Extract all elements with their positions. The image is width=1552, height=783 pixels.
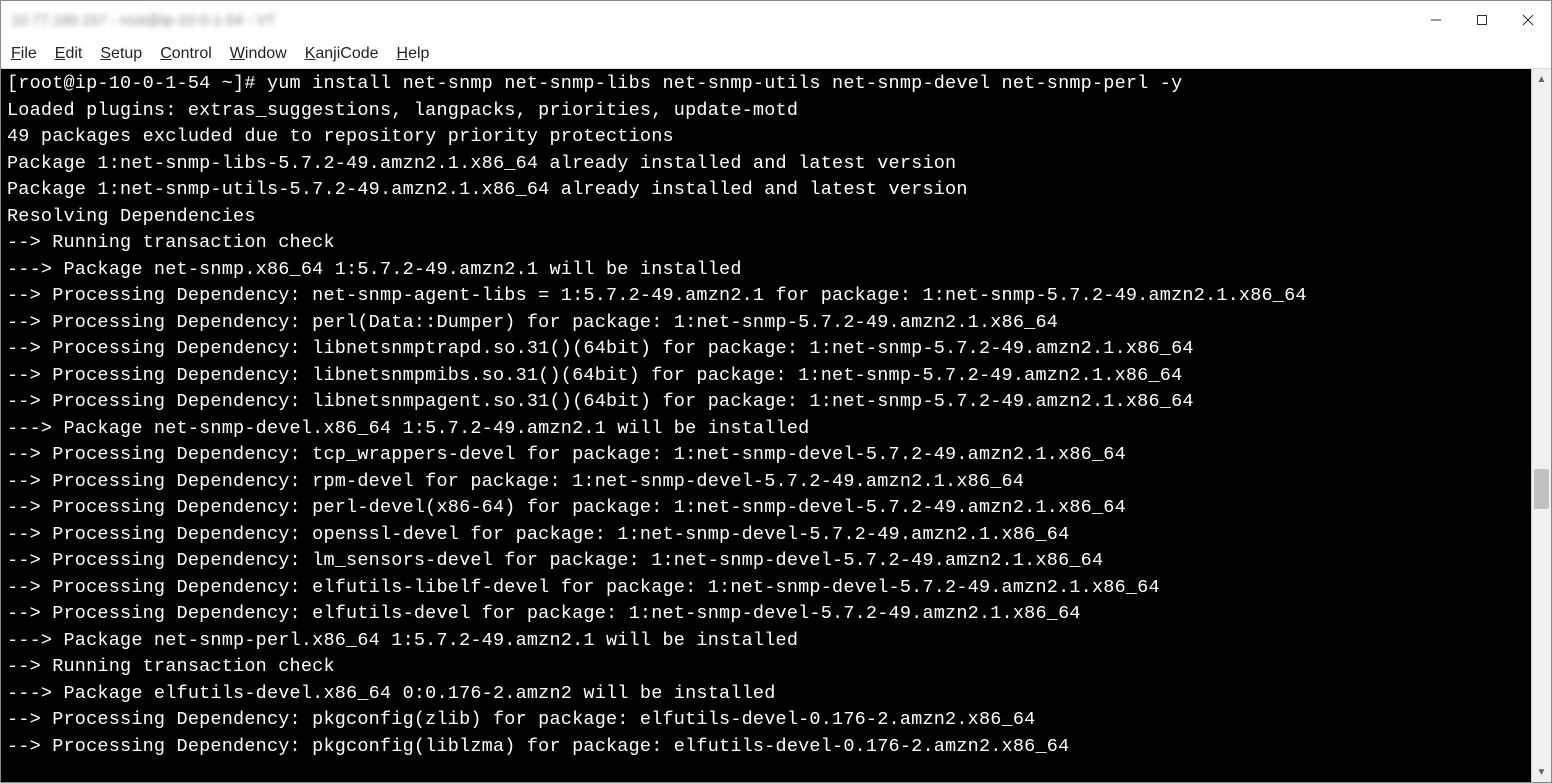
menu-window[interactable]: Window	[230, 45, 287, 63]
menu-edit[interactable]: Edit	[55, 45, 83, 63]
scrollbar[interactable]: ▲ ▼	[1531, 69, 1551, 782]
titlebar[interactable]: 10.77.160.157 - root@ip-10-0-1-54 - VT	[1, 1, 1551, 39]
menu-help[interactable]: Help	[397, 45, 430, 63]
scroll-thumb[interactable]	[1534, 469, 1549, 509]
maximize-button[interactable]	[1459, 1, 1505, 39]
window-controls	[1413, 1, 1551, 39]
menu-file[interactable]: File	[11, 45, 37, 63]
scroll-down-arrow-icon[interactable]: ▼	[1532, 762, 1551, 782]
terminal-area: [root@ip-10-0-1-54 ~]# yum install net-s…	[1, 69, 1551, 782]
menu-setup[interactable]: Setup	[100, 45, 142, 63]
window-frame: 10.77.160.157 - root@ip-10-0-1-54 - VT F…	[0, 0, 1552, 783]
window-title: 10.77.160.157 - root@ip-10-0-1-54 - VT	[11, 12, 276, 29]
menu-kanjicode[interactable]: KanjiCode	[305, 45, 379, 63]
scroll-up-arrow-icon[interactable]: ▲	[1532, 69, 1551, 89]
menu-control[interactable]: Control	[160, 45, 212, 63]
terminal-output[interactable]: [root@ip-10-0-1-54 ~]# yum install net-s…	[1, 69, 1531, 782]
menubar: File Edit Setup Control Window KanjiCode…	[1, 39, 1551, 69]
close-button[interactable]	[1505, 1, 1551, 39]
minimize-button[interactable]	[1413, 1, 1459, 39]
